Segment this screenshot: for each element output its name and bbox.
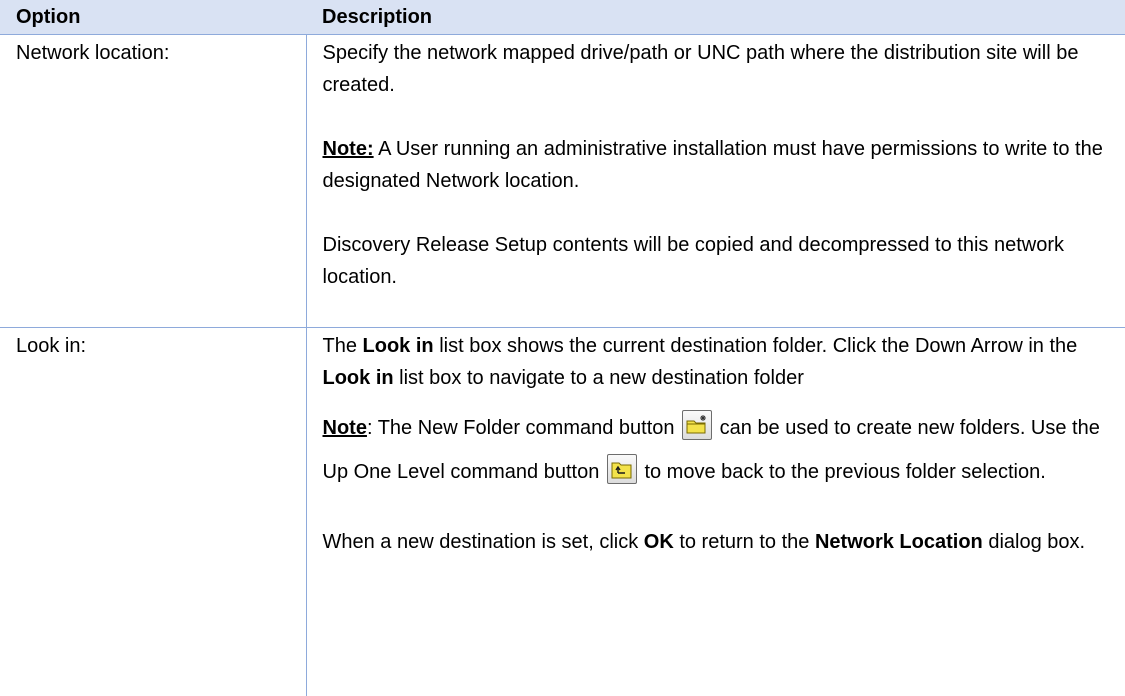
description-paragraph: When a new destination is set, click OK … xyxy=(323,526,1114,558)
new-folder-icon xyxy=(682,410,712,440)
note-text: A User running an administrative install… xyxy=(323,138,1103,192)
description-network-location: Specify the network mapped drive/path or… xyxy=(306,35,1125,328)
options-table: Option Description Network location: Spe… xyxy=(0,0,1125,696)
text-span: to return to the xyxy=(674,531,815,553)
text-span: to move back to the previous folder sele… xyxy=(639,461,1046,483)
text-span: When a new destination is set, click xyxy=(323,531,644,553)
header-description: Description xyxy=(306,0,1125,35)
up-one-level-icon xyxy=(607,454,637,484)
bold-term: OK xyxy=(644,531,674,553)
text-span: : The New Folder command button xyxy=(367,417,680,439)
description-paragraph: The Look in list box shows the current d… xyxy=(323,330,1114,394)
header-option: Option xyxy=(0,0,306,35)
option-look-in: Look in: xyxy=(0,328,306,696)
header-row: Option Description xyxy=(0,0,1125,35)
note-paragraph: Note: The New Folder command button can … xyxy=(323,406,1114,494)
bold-term: Look in xyxy=(323,367,394,389)
note-label: Note: xyxy=(323,138,374,160)
text-span: The xyxy=(323,335,363,357)
description-look-in: The Look in list box shows the current d… xyxy=(306,328,1125,696)
description-paragraph: Discovery Release Setup contents will be… xyxy=(323,229,1114,293)
table-row: Look in: The Look in list box shows the … xyxy=(0,328,1125,696)
bold-term: Look in xyxy=(363,335,434,357)
text-span: dialog box. xyxy=(983,531,1085,553)
note-label: Note xyxy=(323,417,367,439)
option-network-location: Network location: xyxy=(0,35,306,328)
table-row: Network location: Specify the network ma… xyxy=(0,35,1125,328)
bold-term: Network Location xyxy=(815,531,983,553)
description-paragraph: Specify the network mapped drive/path or… xyxy=(323,37,1114,101)
note-paragraph: Note: A User running an administrative i… xyxy=(323,133,1114,197)
text-span: list box to navigate to a new destinatio… xyxy=(394,367,804,389)
text-span: list box shows the current destination f… xyxy=(434,335,1078,357)
